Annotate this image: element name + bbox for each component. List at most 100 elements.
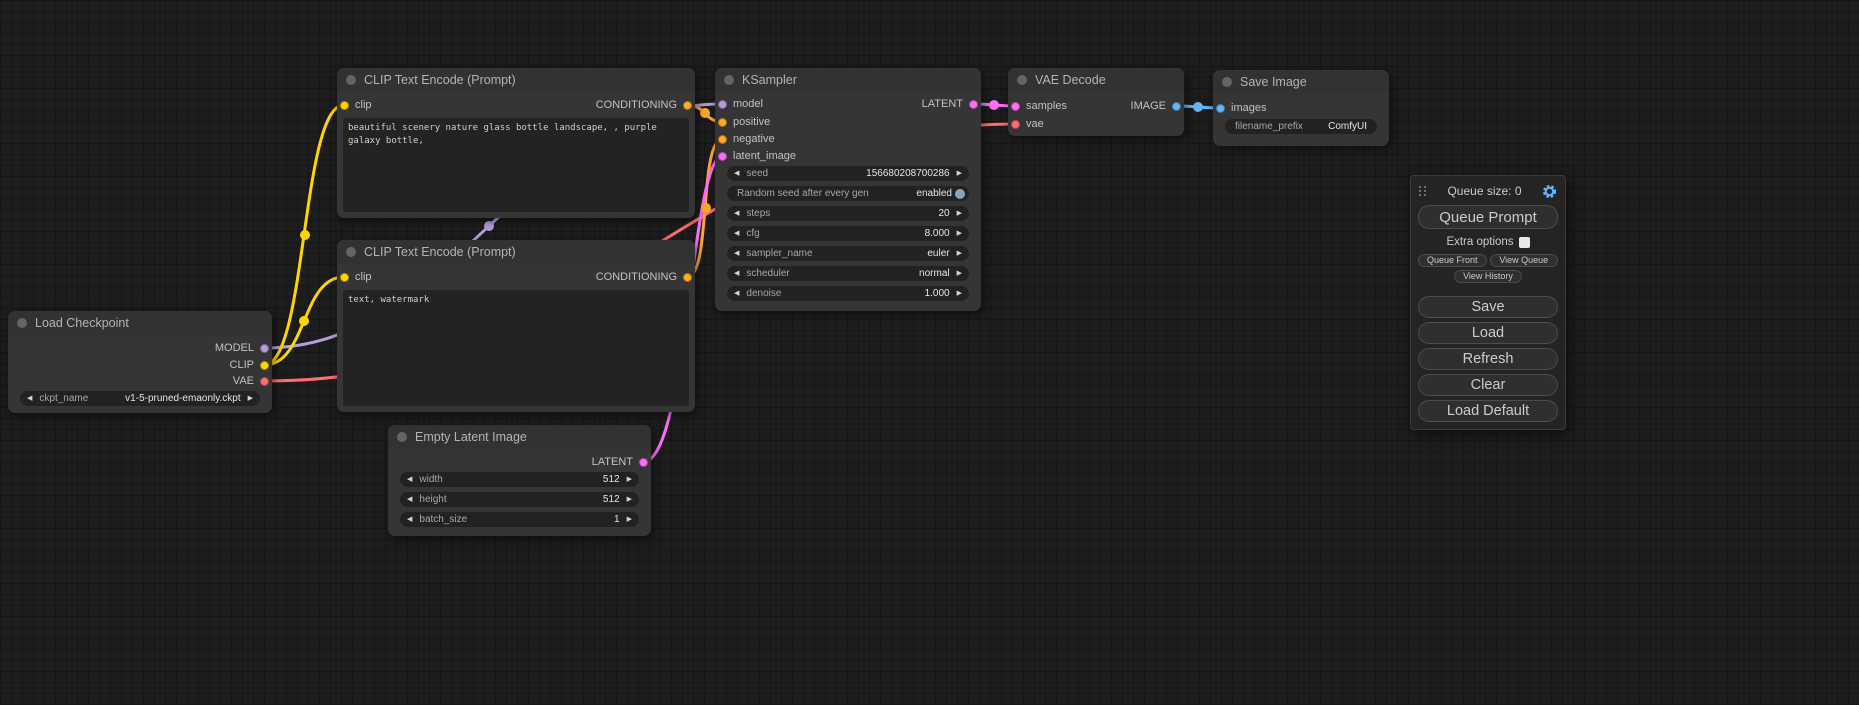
width-widget[interactable]: ◀ width 512 ▶	[400, 472, 639, 487]
positive-input-dot[interactable]	[718, 118, 727, 127]
view-queue-button[interactable]: View Queue	[1490, 254, 1559, 267]
model-input-dot[interactable]	[718, 100, 727, 109]
collapse-dot[interactable]	[1222, 77, 1232, 87]
left-arrow-icon[interactable]: ◀	[734, 210, 739, 217]
collapse-dot[interactable]	[346, 75, 356, 85]
drag-handle-icon[interactable]	[1419, 186, 1427, 197]
left-arrow-icon[interactable]: ◀	[734, 250, 739, 257]
right-arrow-icon[interactable]: ▶	[957, 270, 962, 277]
left-arrow-icon[interactable]: ◀	[27, 395, 32, 402]
output-slot-conditioning[interactable]: CONDITIONING	[596, 270, 692, 284]
latent-input-dot[interactable]	[718, 152, 727, 161]
node-title-bar[interactable]: VAE Decode	[1008, 68, 1184, 92]
batch-size-widget[interactable]: ◀ batch_size 1 ▶	[400, 512, 639, 527]
load-default-button[interactable]: Load Default	[1418, 400, 1558, 422]
left-arrow-icon[interactable]: ◀	[734, 290, 739, 297]
cfg-widget[interactable]: ◀ cfg 8.000 ▶	[727, 226, 969, 241]
right-arrow-icon[interactable]: ▶	[627, 496, 632, 503]
right-arrow-icon[interactable]: ▶	[627, 476, 632, 483]
node-vae-decode[interactable]: VAE Decode samples vae IMAGE	[1008, 68, 1184, 136]
collapse-dot[interactable]	[1017, 75, 1027, 85]
right-arrow-icon[interactable]: ▶	[957, 170, 962, 177]
node-title-bar[interactable]: Save Image	[1213, 70, 1389, 94]
prompt-textarea[interactable]: beautiful scenery nature glass bottle la…	[343, 118, 689, 212]
input-slot-clip[interactable]: clip	[340, 270, 372, 284]
latent-output-dot[interactable]	[969, 100, 978, 109]
node-title-bar[interactable]: Empty Latent Image	[388, 425, 651, 449]
conditioning-output-dot[interactable]	[683, 101, 692, 110]
node-ksampler[interactable]: KSampler model positive negative latent_…	[715, 68, 981, 311]
settings-gear-icon[interactable]	[1542, 184, 1557, 199]
conditioning-output-dot[interactable]	[683, 273, 692, 282]
image-output-dot[interactable]	[1172, 102, 1181, 111]
clear-button[interactable]: Clear	[1418, 374, 1558, 396]
denoise-widget[interactable]: ◀ denoise 1.000 ▶	[727, 286, 969, 301]
seed-widget[interactable]: ◀ seed 156680208700286 ▶	[727, 166, 969, 181]
input-slot-latent-image[interactable]: latent_image	[718, 149, 796, 163]
steps-widget[interactable]: ◀ steps 20 ▶	[727, 206, 969, 221]
refresh-button[interactable]: Refresh	[1418, 348, 1558, 370]
images-input-dot[interactable]	[1216, 104, 1225, 113]
node-save-image[interactable]: Save Image images filename_prefix ComfyU…	[1213, 70, 1389, 146]
input-slot-model[interactable]: model	[718, 97, 763, 111]
input-slot-images[interactable]: images	[1216, 101, 1266, 115]
left-arrow-icon[interactable]: ◀	[407, 476, 412, 483]
right-arrow-icon[interactable]: ▶	[627, 516, 632, 523]
sampler-name-widget[interactable]: ◀ sampler_name euler ▶	[727, 246, 969, 261]
node-clip-text-encode-negative[interactable]: CLIP Text Encode (Prompt) clip CONDITION…	[337, 240, 695, 412]
view-history-button[interactable]: View History	[1454, 270, 1522, 283]
node-title-bar[interactable]: CLIP Text Encode (Prompt)	[337, 68, 695, 92]
save-button[interactable]: Save	[1418, 296, 1558, 318]
left-arrow-icon[interactable]: ◀	[407, 496, 412, 503]
node-title-bar[interactable]: KSampler	[715, 68, 981, 92]
extra-options-checkbox[interactable]	[1519, 237, 1530, 248]
left-arrow-icon[interactable]: ◀	[734, 230, 739, 237]
output-slot-latent[interactable]: LATENT	[922, 97, 978, 111]
collapse-dot[interactable]	[724, 75, 734, 85]
height-widget[interactable]: ◀ height 512 ▶	[400, 492, 639, 507]
queue-front-button[interactable]: Queue Front	[1418, 254, 1487, 267]
clip-input-dot[interactable]	[340, 273, 349, 282]
load-button[interactable]: Load	[1418, 322, 1558, 344]
scheduler-widget[interactable]: ◀ scheduler normal ▶	[727, 266, 969, 281]
input-slot-negative[interactable]: negative	[718, 132, 775, 146]
random-seed-widget[interactable]: Random seed after every gen enabled	[727, 186, 969, 201]
latent-output-dot[interactable]	[639, 458, 648, 467]
input-slot-vae[interactable]: vae	[1011, 117, 1044, 131]
right-arrow-icon[interactable]: ▶	[957, 250, 962, 257]
right-arrow-icon[interactable]: ▶	[957, 290, 962, 297]
prompt-textarea[interactable]: text, watermark	[343, 290, 689, 406]
toggle-dot[interactable]	[955, 189, 965, 199]
collapse-dot[interactable]	[397, 432, 407, 442]
output-slot-model[interactable]: MODEL	[215, 341, 269, 355]
input-slot-samples[interactable]: samples	[1011, 99, 1067, 113]
clip-input-dot[interactable]	[340, 101, 349, 110]
negative-input-dot[interactable]	[718, 135, 727, 144]
clip-output-dot[interactable]	[260, 361, 269, 370]
output-slot-conditioning[interactable]: CONDITIONING	[596, 98, 692, 112]
output-slot-latent[interactable]: LATENT	[592, 455, 648, 469]
filename-prefix-widget[interactable]: filename_prefix ComfyUI	[1225, 119, 1377, 134]
node-title-bar[interactable]: Load Checkpoint	[8, 311, 272, 335]
left-arrow-icon[interactable]: ◀	[407, 516, 412, 523]
collapse-dot[interactable]	[17, 318, 27, 328]
queue-prompt-button[interactable]: Queue Prompt	[1418, 205, 1558, 229]
output-slot-clip[interactable]: CLIP	[230, 358, 269, 372]
input-slot-positive[interactable]: positive	[718, 115, 770, 129]
samples-input-dot[interactable]	[1011, 102, 1020, 111]
right-arrow-icon[interactable]: ▶	[248, 395, 253, 402]
node-load-checkpoint[interactable]: Load Checkpoint MODEL CLIP VAE ◀ ckpt_na…	[8, 311, 272, 413]
vae-input-dot[interactable]	[1011, 120, 1020, 129]
node-graph-canvas[interactable]: Load Checkpoint MODEL CLIP VAE ◀ ckpt_na…	[0, 0, 1859, 705]
right-arrow-icon[interactable]: ▶	[957, 210, 962, 217]
right-arrow-icon[interactable]: ▶	[957, 230, 962, 237]
input-slot-clip[interactable]: clip	[340, 98, 372, 112]
vae-output-dot[interactable]	[260, 377, 269, 386]
node-empty-latent-image[interactable]: Empty Latent Image LATENT ◀ width 512 ▶ …	[388, 425, 651, 536]
left-arrow-icon[interactable]: ◀	[734, 270, 739, 277]
model-output-dot[interactable]	[260, 344, 269, 353]
node-title-bar[interactable]: CLIP Text Encode (Prompt)	[337, 240, 695, 264]
output-slot-image[interactable]: IMAGE	[1131, 99, 1181, 113]
output-slot-vae[interactable]: VAE	[233, 374, 269, 388]
ckpt-name-widget[interactable]: ◀ ckpt_name v1-5-pruned-emaonly.ckpt ▶	[20, 391, 260, 406]
